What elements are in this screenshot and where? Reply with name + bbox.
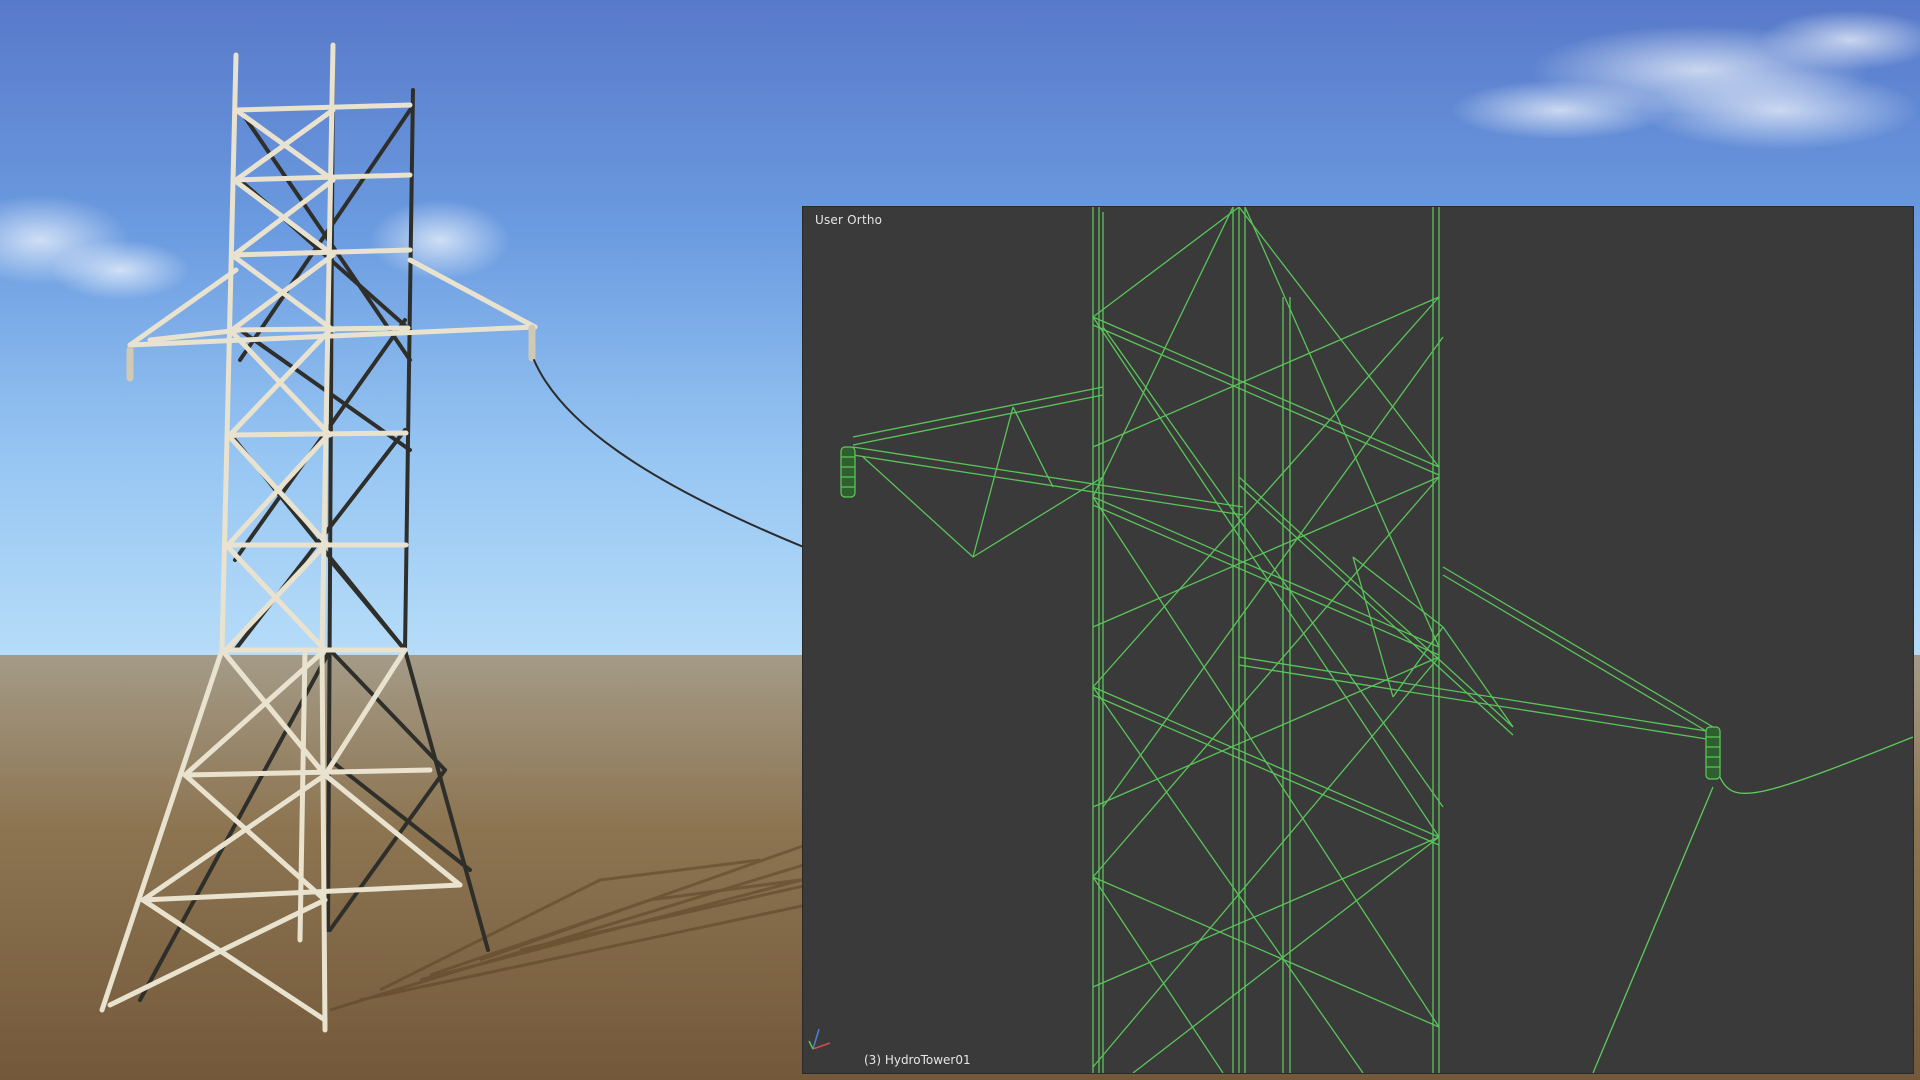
wire-insulator-right bbox=[1705, 726, 1721, 780]
wireframe-render bbox=[840, 207, 1913, 1073]
screen: User Ortho (3) HydroTower01 bbox=[0, 0, 1920, 1080]
axis-gizmo-icon bbox=[808, 1028, 831, 1050]
view-mode-label: User Ortho bbox=[815, 213, 883, 227]
3d-viewport[interactable]: User Ortho (3) HydroTower01 bbox=[803, 207, 1913, 1073]
active-object-label: (3) HydroTower01 bbox=[864, 1053, 971, 1067]
wire-cable-2 bbox=[1592, 786, 1714, 1073]
wire-insulator-left bbox=[840, 446, 856, 498]
wire-cable bbox=[1719, 736, 1913, 794]
